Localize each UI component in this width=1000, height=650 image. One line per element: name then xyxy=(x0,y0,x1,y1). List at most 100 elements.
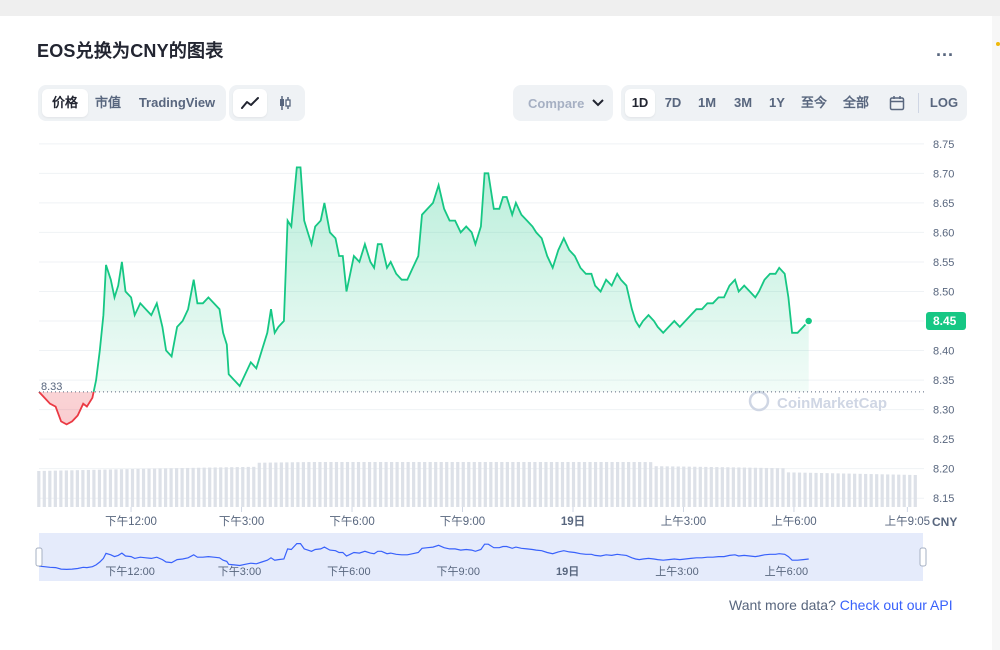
volume-bar-79 xyxy=(472,462,476,507)
volume-bar-84 xyxy=(500,462,504,507)
volume-bar-76 xyxy=(456,462,460,507)
volume-bar-86 xyxy=(511,462,515,507)
y-tick-label-10: 8.25 xyxy=(933,434,954,446)
coinmarketcap-watermark: CoinMarketCap xyxy=(748,390,887,412)
price-chart[interactable]: CoinMarketCap 8.33 8.75 8.70 8.65 8.60 8.55 8… xyxy=(0,0,1000,600)
x-tick-label-0: 下午12:00 xyxy=(105,515,157,528)
volume-bar-77 xyxy=(461,462,465,507)
volume-bar-57 xyxy=(351,462,355,507)
volume-bar-113 xyxy=(660,466,664,507)
y-tick-label-2: 8.65 xyxy=(933,198,954,210)
volume-bar-146 xyxy=(842,473,846,507)
volume-bar-78 xyxy=(467,462,471,507)
last-price-dot xyxy=(803,316,814,326)
volume-bar-50 xyxy=(312,462,317,507)
volume-bar-129 xyxy=(748,467,752,507)
volume-bar-85 xyxy=(505,462,509,507)
volume-bar-3 xyxy=(53,470,57,507)
volume-bar-123 xyxy=(715,467,719,507)
volume-bar-33 xyxy=(219,467,223,507)
volume-bar-110 xyxy=(643,462,647,507)
volume-bar-29 xyxy=(197,467,201,507)
volume-bar-66 xyxy=(401,462,405,507)
volume-bar-20 xyxy=(147,468,151,507)
volume-bar-59 xyxy=(362,462,366,507)
volume-bar-37 xyxy=(241,466,245,507)
volume-bar-114 xyxy=(665,466,669,507)
navigator-tick-label-0: 下午12:00 xyxy=(105,565,155,578)
volume-bar-92 xyxy=(544,462,548,507)
volume-bar-22 xyxy=(158,468,162,507)
volume-bar-90 xyxy=(533,462,537,507)
volume-bar-70 xyxy=(423,462,427,507)
footer-text: Want more data? xyxy=(729,597,836,613)
volume-bar-44 xyxy=(279,462,283,507)
volume-bar-47 xyxy=(296,462,300,507)
volume-bar-125 xyxy=(726,467,730,507)
volume-bar-12 xyxy=(103,469,107,507)
volume-bar-131 xyxy=(759,467,763,507)
y-tick-label-4: 8.55 xyxy=(933,257,954,269)
volume-bar-124 xyxy=(720,467,724,507)
navigator-tick-label-3: 下午9:00 xyxy=(437,565,480,578)
volume-bar-24 xyxy=(169,468,173,507)
volume-bar-19 xyxy=(141,468,146,507)
volume-bar-101 xyxy=(593,462,598,507)
volume-bar-159 xyxy=(913,475,917,507)
navigator-tick-label-1: 下午3:00 xyxy=(218,565,261,578)
volume-bar-141 xyxy=(814,472,818,507)
volume-bar-5 xyxy=(64,470,68,507)
volume-bar-42 xyxy=(268,462,272,507)
volume-bar-137 xyxy=(792,472,796,507)
volume-bar-63 xyxy=(384,462,388,507)
volume-bar-150 xyxy=(864,473,868,507)
api-link[interactable]: Check out our API xyxy=(840,597,953,613)
volume-bar-126 xyxy=(731,467,735,507)
volume-bar-151 xyxy=(869,474,873,507)
volume-bar-69 xyxy=(417,462,421,507)
volume-bar-43 xyxy=(274,462,278,507)
volume-bar-27 xyxy=(186,467,190,507)
volume-bar-64 xyxy=(389,462,394,507)
volume-bar-0 xyxy=(37,471,41,507)
volume-bar-55 xyxy=(340,462,344,507)
volume-bar-30 xyxy=(202,467,206,507)
volume-bar-48 xyxy=(301,462,305,507)
volume-bar-45 xyxy=(285,462,289,507)
volume-bar-36 xyxy=(235,467,239,507)
x-tick-label-3: 下午9:00 xyxy=(440,515,485,528)
volume-bar-136 xyxy=(786,472,791,507)
volume-bar-39 xyxy=(252,466,256,507)
x-tick-label-1: 下午3:00 xyxy=(219,515,264,528)
volume-bar-4 xyxy=(59,470,63,507)
open-price-label: 8.33 xyxy=(41,381,62,393)
volume-bar-1 xyxy=(42,470,46,507)
volume-bar-121 xyxy=(704,466,708,507)
y-tick-label-11: 8.20 xyxy=(933,464,954,476)
watermark-text: CoinMarketCap xyxy=(777,395,887,412)
volume-bar-74 xyxy=(445,462,449,507)
y-tick-label-0: 8.75 xyxy=(933,139,954,151)
volume-bar-148 xyxy=(853,473,857,507)
volume-bar-108 xyxy=(632,462,636,507)
volume-bar-52 xyxy=(323,462,328,507)
volume-bar-25 xyxy=(175,468,179,507)
volume-bar-18 xyxy=(136,468,140,507)
navigator-left-handle[interactable] xyxy=(35,547,43,567)
volume-bar-72 xyxy=(434,462,438,507)
volume-bar-61 xyxy=(373,462,377,507)
y-tick-label-3: 8.60 xyxy=(933,227,954,239)
volume-bar-56 xyxy=(345,462,350,507)
volume-bar-16 xyxy=(125,469,129,507)
volume-bar-122 xyxy=(709,466,713,507)
volume-bar-96 xyxy=(566,462,570,507)
navigator-tick-label-5: 上午3:00 xyxy=(655,565,698,578)
currency-label: CNY xyxy=(932,515,957,529)
y-tick-label-12: 8.15 xyxy=(933,493,954,505)
current-price-badge-text: 8.45 xyxy=(933,314,957,328)
volume-bar-127 xyxy=(737,467,741,507)
volume-bar-89 xyxy=(527,462,532,507)
volume-bar-26 xyxy=(180,468,184,507)
x-tick-label-2: 下午6:00 xyxy=(329,515,374,528)
navigator-right-handle[interactable] xyxy=(919,547,927,567)
